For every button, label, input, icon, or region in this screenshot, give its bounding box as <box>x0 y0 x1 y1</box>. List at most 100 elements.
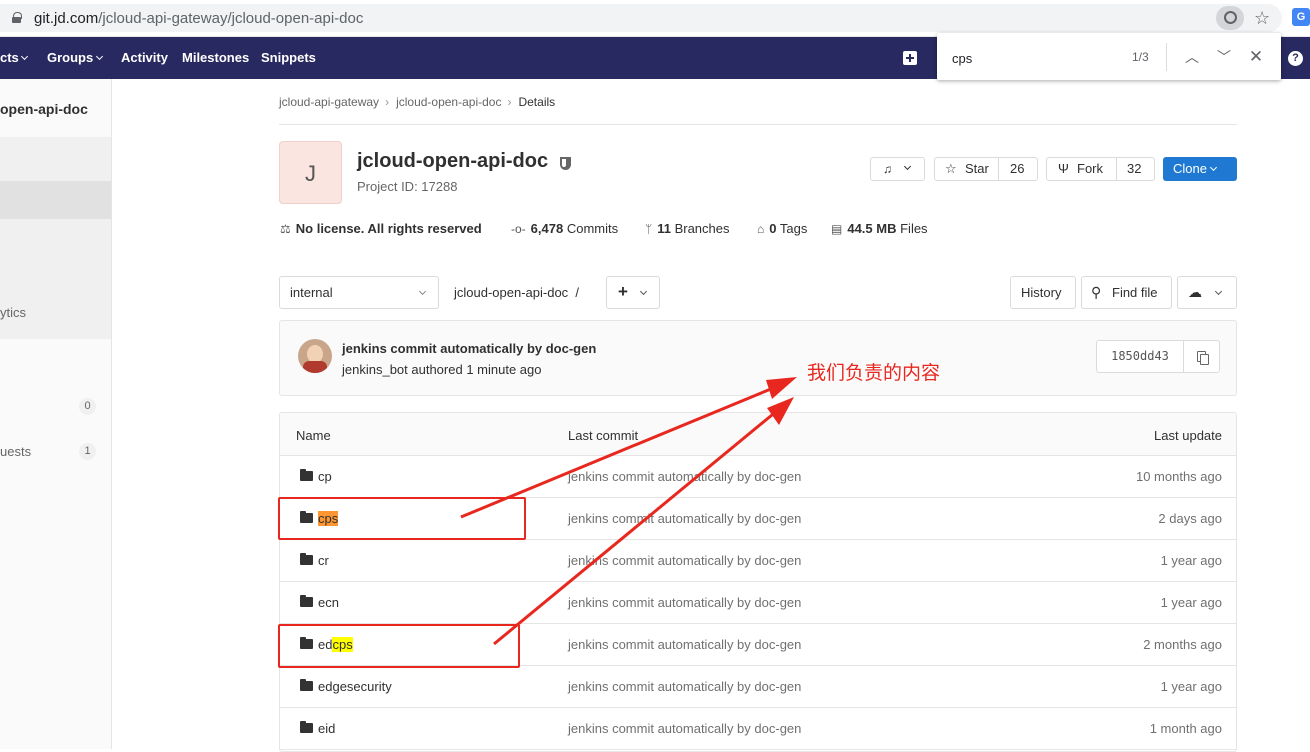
commit-sha[interactable]: 1850dd43 <box>1096 340 1184 373</box>
star-label: Star <box>965 161 989 176</box>
copy-sha-icon[interactable] <box>1183 340 1220 373</box>
notification-dropdown[interactable]: ♫ <box>870 157 925 181</box>
branches-stat[interactable]: ᛘ 11 Branches <box>645 221 730 236</box>
new-item-plus-icon[interactable] <box>903 51 917 65</box>
search-icon: ⚲ <box>1091 284 1102 300</box>
file-last-commit[interactable]: jenkins commit automatically by doc-gen <box>568 595 801 610</box>
annotation-box-cps <box>278 497 526 540</box>
fork-count[interactable]: 32 <box>1127 158 1141 180</box>
commits-stat[interactable]: -o- 6,478 Commits <box>511 221 618 236</box>
file-last-commit[interactable]: jenkins commit automatically by doc-gen <box>568 637 801 652</box>
address-bar[interactable]: git.jd.com/jcloud-api-gateway/jcloud-ope… <box>0 4 1282 32</box>
tag-icon: ⌂ <box>757 222 765 236</box>
find-input[interactable] <box>952 49 1102 67</box>
table-row[interactable]: eid jenkins commit automatically by doc-… <box>280 708 1236 750</box>
chevron-down-icon <box>1214 287 1223 296</box>
file-last-update: 2 days ago <box>1158 511 1222 526</box>
file-name[interactable]: ecn <box>318 595 339 610</box>
clone-button[interactable]: Clone <box>1163 157 1237 181</box>
lock-icon[interactable] <box>12 12 22 23</box>
bookmark-star-icon[interactable]: ☆ <box>1254 8 1270 28</box>
tags-stat[interactable]: ⌂ 0 Tags <box>757 221 807 236</box>
file-last-update: 1 month ago <box>1149 721 1222 736</box>
sidebar-project-title[interactable]: open-api-doc <box>0 101 88 117</box>
fork-button[interactable]: Ψ Fork 32 <box>1046 157 1155 181</box>
file-last-commit[interactable]: jenkins commit automatically by doc-gen <box>568 553 801 568</box>
file-name[interactable]: eid <box>318 721 335 736</box>
history-button[interactable]: History <box>1010 276 1076 309</box>
visibility-shield-icon <box>560 157 571 170</box>
breadcrumb-chevron-icon: › <box>507 95 512 109</box>
find-close-icon[interactable]: ✕ <box>1246 43 1266 71</box>
tree-path-root[interactable]: jcloud-open-api-doc <box>454 285 568 300</box>
divider <box>279 124 1237 125</box>
table-row[interactable]: cp jenkins commit automatically by doc-g… <box>280 456 1236 498</box>
commit-icon: -o- <box>511 222 526 236</box>
branch-selector[interactable]: internal <box>279 276 439 309</box>
sidebar-item-active[interactable] <box>0 181 111 219</box>
tree-path: jcloud-open-api-doc / <box>454 285 579 300</box>
download-dropdown[interactable]: ☁ <box>1177 276 1237 309</box>
nav-activity[interactable]: Activity <box>121 50 168 65</box>
star-button[interactable]: ☆ Star 26 <box>934 157 1038 181</box>
license-stat[interactable]: ⚖ No license. All rights reserved <box>280 221 482 236</box>
find-file-button[interactable]: ⚲ Find file <box>1081 276 1172 309</box>
file-last-commit[interactable]: jenkins commit automatically by doc-gen <box>568 721 801 736</box>
find-prev-chevron-up-icon[interactable]: ︿ <box>1182 43 1202 71</box>
branch-name: internal <box>290 285 333 300</box>
annotation-label: 我们负责的内容 <box>807 362 941 384</box>
sidebar-item-details[interactable] <box>0 137 111 181</box>
nav-projects[interactable]: cts <box>0 50 29 65</box>
file-last-commit[interactable]: jenkins commit automatically by doc-gen <box>568 679 801 694</box>
file-last-commit[interactable]: jenkins commit automatically by doc-gen <box>568 469 801 484</box>
commit-author-avatar[interactable] <box>298 339 332 373</box>
add-file-dropdown[interactable]: + <box>606 276 660 309</box>
button-separator <box>1116 158 1117 180</box>
file-last-update: 10 months ago <box>1135 469 1222 484</box>
file-name[interactable]: cp <box>318 469 332 484</box>
help-icon[interactable]: ? <box>1288 51 1303 66</box>
sidebar-issues-badge: 0 <box>79 398 96 415</box>
sidebar-item-analytics[interactable]: ytics <box>0 305 26 320</box>
clone-label: Clone <box>1173 161 1207 176</box>
search-lens-icon[interactable] <box>1216 6 1244 30</box>
breadcrumb-project[interactable]: jcloud-open-api-doc <box>396 95 501 109</box>
breadcrumb-group[interactable]: jcloud-api-gateway <box>279 95 379 109</box>
file-last-update: 1 year ago <box>1160 553 1222 568</box>
header-last-update: Last update <box>1154 428 1222 443</box>
tree-path-separator: / <box>575 285 580 300</box>
annotation-box-edcps <box>278 624 520 668</box>
folder-icon <box>300 595 313 607</box>
fork-label: Fork <box>1077 161 1103 176</box>
table-row[interactable]: edgesecurity jenkins commit automaticall… <box>280 666 1236 708</box>
breadcrumb: jcloud-api-gateway › jcloud-open-api-doc › D… <box>279 95 561 109</box>
table-header: Name Last commit Last update <box>280 413 1236 456</box>
file-name[interactable]: edgesecurity <box>318 679 392 694</box>
plus-icon: + <box>618 282 628 301</box>
star-count[interactable]: 26 <box>1010 158 1024 180</box>
find-file-label: Find file <box>1112 285 1158 300</box>
breadcrumb-current[interactable]: Details <box>518 95 555 109</box>
star-icon: ☆ <box>945 161 957 176</box>
url-text[interactable]: git.jd.com/jcloud-api-gateway/jcloud-ope… <box>34 10 363 27</box>
sidebar-item-group[interactable] <box>0 219 111 339</box>
find-next-chevron-down-icon[interactable]: ﹀ <box>1214 43 1234 71</box>
nav-groups[interactable]: Groups <box>47 50 103 65</box>
header-last-commit: Last commit <box>568 428 639 443</box>
files-stat[interactable]: ▤ 44.5 MB Files <box>831 221 928 236</box>
table-row[interactable]: cr jenkins commit automatically by doc-g… <box>280 540 1236 582</box>
translate-extension-icon[interactable]: G <box>1292 8 1310 26</box>
file-last-commit[interactable]: jenkins commit automatically by doc-gen <box>568 511 801 526</box>
last-commit-panel: jenkins commit automatically by doc-gen … <box>279 320 1237 396</box>
nav-snippets[interactable]: Snippets <box>261 50 316 65</box>
project-avatar: J <box>279 141 342 204</box>
chevron-down-icon <box>1209 163 1217 172</box>
file-name[interactable]: cr <box>318 553 329 568</box>
header-name: Name <box>296 428 331 443</box>
file-icon: ▤ <box>831 222 843 236</box>
commit-title[interactable]: jenkins commit automatically by doc-gen <box>342 341 596 356</box>
nav-milestones[interactable]: Milestones <box>182 50 249 65</box>
sidebar-item-merge-requests[interactable]: uests <box>0 444 31 459</box>
button-separator <box>998 158 999 180</box>
table-row[interactable]: ecn jenkins commit automatically by doc-… <box>280 582 1236 624</box>
